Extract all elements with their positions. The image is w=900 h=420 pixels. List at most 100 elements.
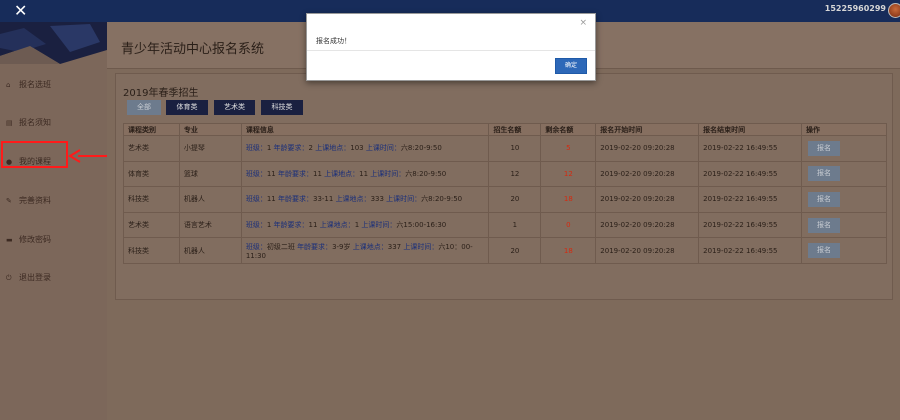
course-panel: 2019年春季招生 全部 体育类 艺术类 科技类 课程类别 专业 课程信息 招生名额剩… — [115, 73, 893, 300]
info-key: 上课地点： — [352, 242, 388, 251]
info-key: 年龄要求： — [277, 195, 313, 204]
info-key: 上课时间： — [403, 242, 439, 251]
filter-tech[interactable]: 科技类 — [261, 100, 303, 115]
info-value: 333 — [370, 195, 384, 204]
signup-button[interactable]: 报名 — [808, 166, 841, 182]
column-header: 专业 — [178, 123, 242, 136]
cell-action: 报名 — [801, 237, 887, 264]
sidebar-banner-decoration — [0, 22, 107, 64]
column-header: 剩余名额 — [540, 123, 597, 136]
info-key: 上课时间： — [361, 221, 397, 230]
info-key: 年龄要求： — [273, 144, 309, 153]
sidebar: ⌂ 报名选班 ▤ 报名须知 ● 我的课程 ✎ 完善资料 ▬ 修改密码 ⏻ 退出登录 — [0, 22, 107, 420]
close-icon[interactable]: ✕ — [14, 2, 27, 20]
cell-major: 篮球 — [178, 160, 242, 188]
power-icon: ⏻ — [6, 274, 12, 282]
cell-quota: 20 — [488, 186, 542, 213]
cell-major: 语言艺术 — [178, 211, 242, 239]
sidebar-item-3[interactable]: ✎ 完善资料 — [0, 191, 107, 211]
cell-course-info: 班级：11 年龄要求：33-11 上课地点：333 上课时间：六8:20-9:5… — [240, 186, 490, 213]
info-value: 六8:20-9:50 — [405, 169, 447, 178]
info-value: 11 — [308, 221, 318, 230]
cell-remaining: 12 — [540, 160, 597, 188]
filter-sports[interactable]: 体育类 — [166, 100, 208, 115]
cell-start-time: 2019-02-20 09:20:28 — [595, 135, 700, 162]
sidebar-item-1[interactable]: ▤ 报名须知 — [0, 113, 107, 133]
info-value: 1 — [354, 221, 360, 230]
info-value: 11 — [266, 195, 276, 204]
cell-end-time: 2019-02-22 16:49:55 — [698, 186, 803, 213]
sidebar-item-label: 报名选班 — [19, 80, 51, 89]
column-header: 招生名额 — [488, 123, 542, 136]
info-key: 年龄要求： — [273, 221, 309, 230]
cell-category: 科技类 — [123, 237, 180, 264]
info-value: 103 — [350, 144, 364, 153]
column-header: 操作 — [801, 123, 887, 136]
table-row: 科技类 机器人 班级：11 年龄要求：33-11 上课地点：333 上课时间：六8:… — [123, 186, 887, 213]
dialog-close-icon[interactable]: × — [579, 18, 587, 28]
table-row: 艺术类 小提琴 班级：1 年龄要求：2 上课地点：103 上课时间：六8:20-9:… — [123, 135, 887, 162]
info-key: 上课地点： — [319, 221, 355, 230]
info-key: 班级： — [245, 144, 267, 153]
cell-end-time: 2019-02-22 16:49:55 — [698, 237, 803, 264]
sidebar-item-label: 完善资料 — [19, 196, 51, 205]
cell-major: 机器人 — [178, 186, 242, 213]
table-row: 艺术类 语言艺术 班级：1 年龄要求：11 上课地点：1 上课时间：六15:00-1… — [123, 211, 887, 239]
signup-button[interactable]: 报名 — [808, 140, 841, 156]
course-table: 课程类别 专业 课程信息 招生名额 剩余名额 报名开始时间 报名结束时间 操作 艺术类 小提琴班… — [123, 123, 887, 264]
cell-course-info: 班级：初级二班 年龄要求：3-9岁 上课地点：337 上课时间：六10：00-1… — [240, 237, 490, 264]
cell-action: 报名 — [801, 186, 887, 213]
cell-remaining: 18 — [540, 237, 597, 264]
info-value: 11 — [312, 169, 322, 178]
info-value: 六15:00-16:30 — [396, 221, 447, 230]
info-value: 六8:20-9:50 — [400, 144, 442, 153]
info-value: 337 — [387, 242, 402, 251]
cell-category: 体育类 — [123, 160, 180, 188]
success-dialog: × 报名成功！ 确定 — [306, 13, 596, 81]
info-key: 年龄要求： — [297, 242, 333, 251]
table-row: 体育类 篮球 班级：11 年龄要求：11 上课地点：11 上课时间：六8:20-9:… — [123, 160, 887, 188]
cell-end-time: 2019-02-22 16:49:55 — [698, 211, 803, 239]
cell-course-info: 班级：1 年龄要求：2 上课地点：103 上课时间：六8:20-9:50 — [240, 135, 490, 162]
signup-button[interactable]: 报名 — [808, 217, 841, 233]
info-value: 2 — [308, 144, 313, 153]
cell-remaining: 5 — [540, 135, 597, 162]
page-title: 青少年活动中心报名系统 — [121, 42, 265, 57]
cell-category: 艺术类 — [123, 135, 180, 162]
sidebar-item-0[interactable]: ⌂ 报名选班 — [0, 75, 107, 95]
ok-button[interactable]: 确定 — [555, 58, 587, 74]
info-key: 班级： — [245, 242, 267, 251]
signup-button[interactable]: 报名 — [808, 243, 841, 259]
info-key: 上课时间： — [370, 169, 406, 178]
cell-start-time: 2019-02-20 09:20:28 — [595, 186, 700, 213]
edit-icon: ✎ — [6, 197, 12, 205]
sidebar-item-4[interactable]: ▬ 修改密码 — [0, 230, 107, 250]
sidebar-item-5[interactable]: ⏻ 退出登录 — [0, 268, 107, 288]
column-header: 课程类别 — [123, 123, 180, 136]
cell-action: 报名 — [801, 135, 887, 162]
info-key: 上课地点： — [335, 195, 371, 204]
cell-start-time: 2019-02-20 09:20:28 — [595, 211, 700, 239]
signup-button[interactable]: 报名 — [808, 191, 841, 207]
cell-remaining: 18 — [540, 186, 597, 213]
info-value: 初级二班 — [266, 242, 295, 251]
annotation-highlight-box — [1, 141, 68, 168]
table-row: 科技类 机器人 班级：初级二班 年龄要求：3-9岁 上课地点：337 上课时间：六1… — [123, 237, 887, 264]
filter-all[interactable]: 全部 — [127, 100, 161, 115]
main-content: 青少年活动中心报名系统 2019年春季招生 全部 体育类 艺术类 科技类 课程类… — [107, 22, 900, 420]
home-icon: ⌂ — [6, 81, 11, 89]
cell-category: 艺术类 — [123, 211, 180, 239]
cell-course-info: 班级：11 年龄要求：11 上课地点：11 上课时间：六8:20-9:50 — [240, 160, 490, 188]
season-title: 2019年春季招生 — [123, 88, 199, 99]
lock-icon: ▬ — [6, 236, 13, 244]
info-key: 上课时间： — [386, 195, 422, 204]
info-key: 班级： — [245, 221, 267, 230]
info-value: 11 — [266, 169, 276, 178]
cell-quota: 20 — [488, 237, 542, 264]
cell-quota: 12 — [488, 160, 542, 188]
user-phone[interactable]: 15225960299 — [825, 4, 886, 13]
column-header: 课程信息 — [240, 123, 490, 136]
avatar[interactable] — [888, 3, 900, 18]
info-value: 33-11 — [312, 195, 334, 204]
filter-arts[interactable]: 艺术类 — [214, 100, 255, 115]
